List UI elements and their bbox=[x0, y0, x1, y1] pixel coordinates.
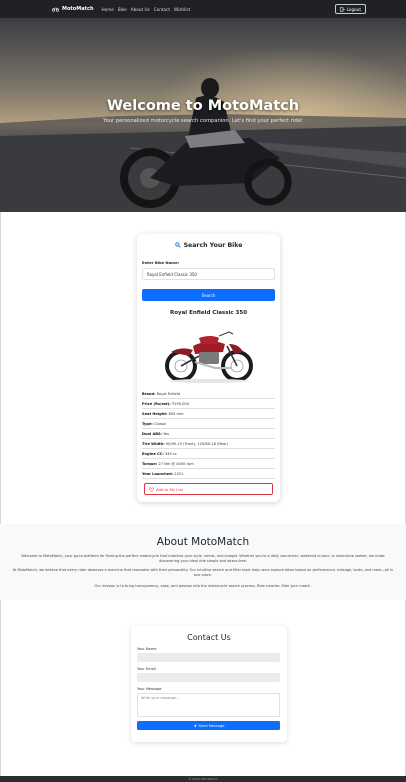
about-paragraph-3: Our mission is to bring transparency, ea… bbox=[94, 584, 312, 588]
send-icon bbox=[192, 723, 197, 728]
spec-torque: Torque: 27 Nm @ 4000 rpm bbox=[142, 459, 275, 469]
bike-image bbox=[164, 331, 253, 383]
contact-card: Contact Us Your Name Your Email Your Mes… bbox=[131, 626, 287, 742]
footer: © 2025 MotoMatch bbox=[0, 776, 406, 782]
logout-icon bbox=[339, 6, 345, 12]
bike-specs-list: Brand: Royal Enfield Price (Rs/est): ₹19… bbox=[142, 389, 275, 479]
navbar: MotoMatch Home Bike About Us Contact Wis… bbox=[0, 0, 406, 18]
add-to-list-button[interactable]: Add to My List bbox=[144, 483, 273, 495]
nav-link-wishlist[interactable]: Wishlist bbox=[174, 7, 190, 12]
spec-price: Price (Rs/est): ₹190,000 bbox=[142, 399, 275, 409]
about-paragraph-2: At MotoMatch, we believe that every ride… bbox=[12, 568, 394, 577]
name-input[interactable] bbox=[137, 653, 280, 662]
nav-link-bike[interactable]: Bike bbox=[118, 7, 127, 12]
hero-background-image bbox=[0, 18, 406, 212]
result-bike-title: Royal Enfield Classic 350 bbox=[169, 310, 248, 316]
search-heading-text: Search Your Bike bbox=[183, 241, 243, 249]
nav-link-contact[interactable]: Contact bbox=[154, 7, 170, 12]
nav-link-home[interactable]: Home bbox=[102, 7, 114, 12]
contact-title: Contact Us bbox=[187, 633, 231, 642]
nav-links: Home Bike About Us Contact Wishlist bbox=[102, 7, 191, 12]
hero-banner: Welcome to MotoMatch Your personalized m… bbox=[0, 18, 406, 212]
nav-link-about[interactable]: About Us bbox=[131, 7, 150, 12]
spec-dual-abs: Dual ABS: Yes bbox=[142, 429, 275, 439]
brand-name: MotoMatch bbox=[62, 6, 94, 12]
hero-title: Welcome to MotoMatch bbox=[106, 98, 300, 114]
spec-type: Type: Classic bbox=[142, 419, 275, 429]
message-textarea[interactable]: Write your message... bbox=[137, 693, 280, 717]
magnifier-icon bbox=[174, 242, 181, 248]
name-label: Your Name bbox=[137, 647, 157, 651]
add-to-list-label: Add to My List bbox=[156, 486, 183, 492]
bike-name-label: Enter Bike Name: bbox=[142, 260, 180, 265]
message-label: Your Message bbox=[137, 687, 162, 691]
about-title: About MotoMatch bbox=[156, 536, 250, 548]
spec-tire-width: Tire Width: 90/90-19 (Front), 120/80-18 … bbox=[142, 439, 275, 449]
search-card: Search Your Bike Enter Bike Name: Royal … bbox=[137, 234, 280, 502]
email-input[interactable] bbox=[137, 673, 280, 682]
page-border-left bbox=[0, 212, 1, 778]
logout-label: Logout bbox=[346, 6, 361, 12]
logout-button[interactable]: Logout bbox=[334, 4, 366, 14]
spec-engine-cc: Engine CC: 349 cc bbox=[142, 449, 275, 459]
footer-text: © 2025 MotoMatch bbox=[188, 777, 218, 781]
spec-year-launched: Year Launched: 2021 bbox=[142, 469, 275, 479]
spec-brand: Brand: Royal Enfield bbox=[142, 389, 275, 399]
hero-subtitle: Your personalized motorcycle search comp… bbox=[103, 118, 303, 124]
motorcycle-icon bbox=[52, 7, 59, 12]
bike-name-input[interactable]: Royal Enfield Classic 350 bbox=[142, 268, 275, 280]
spec-seat-height: Seat Height: 805 mm bbox=[142, 409, 275, 419]
email-label: Your Email bbox=[137, 667, 156, 671]
search-button[interactable]: Search bbox=[142, 289, 275, 301]
search-heading: Search Your Bike bbox=[142, 240, 275, 250]
brand-link[interactable]: MotoMatch bbox=[52, 6, 94, 12]
about-paragraph-1: Welcome to MotoMatch, your go-to platfor… bbox=[21, 554, 385, 563]
about-section: About MotoMatch Welcome to MotoMatch, yo… bbox=[0, 524, 406, 600]
send-message-label: Send Message bbox=[198, 723, 225, 728]
heart-icon bbox=[149, 486, 154, 492]
send-message-button[interactable]: Send Message bbox=[137, 721, 280, 730]
